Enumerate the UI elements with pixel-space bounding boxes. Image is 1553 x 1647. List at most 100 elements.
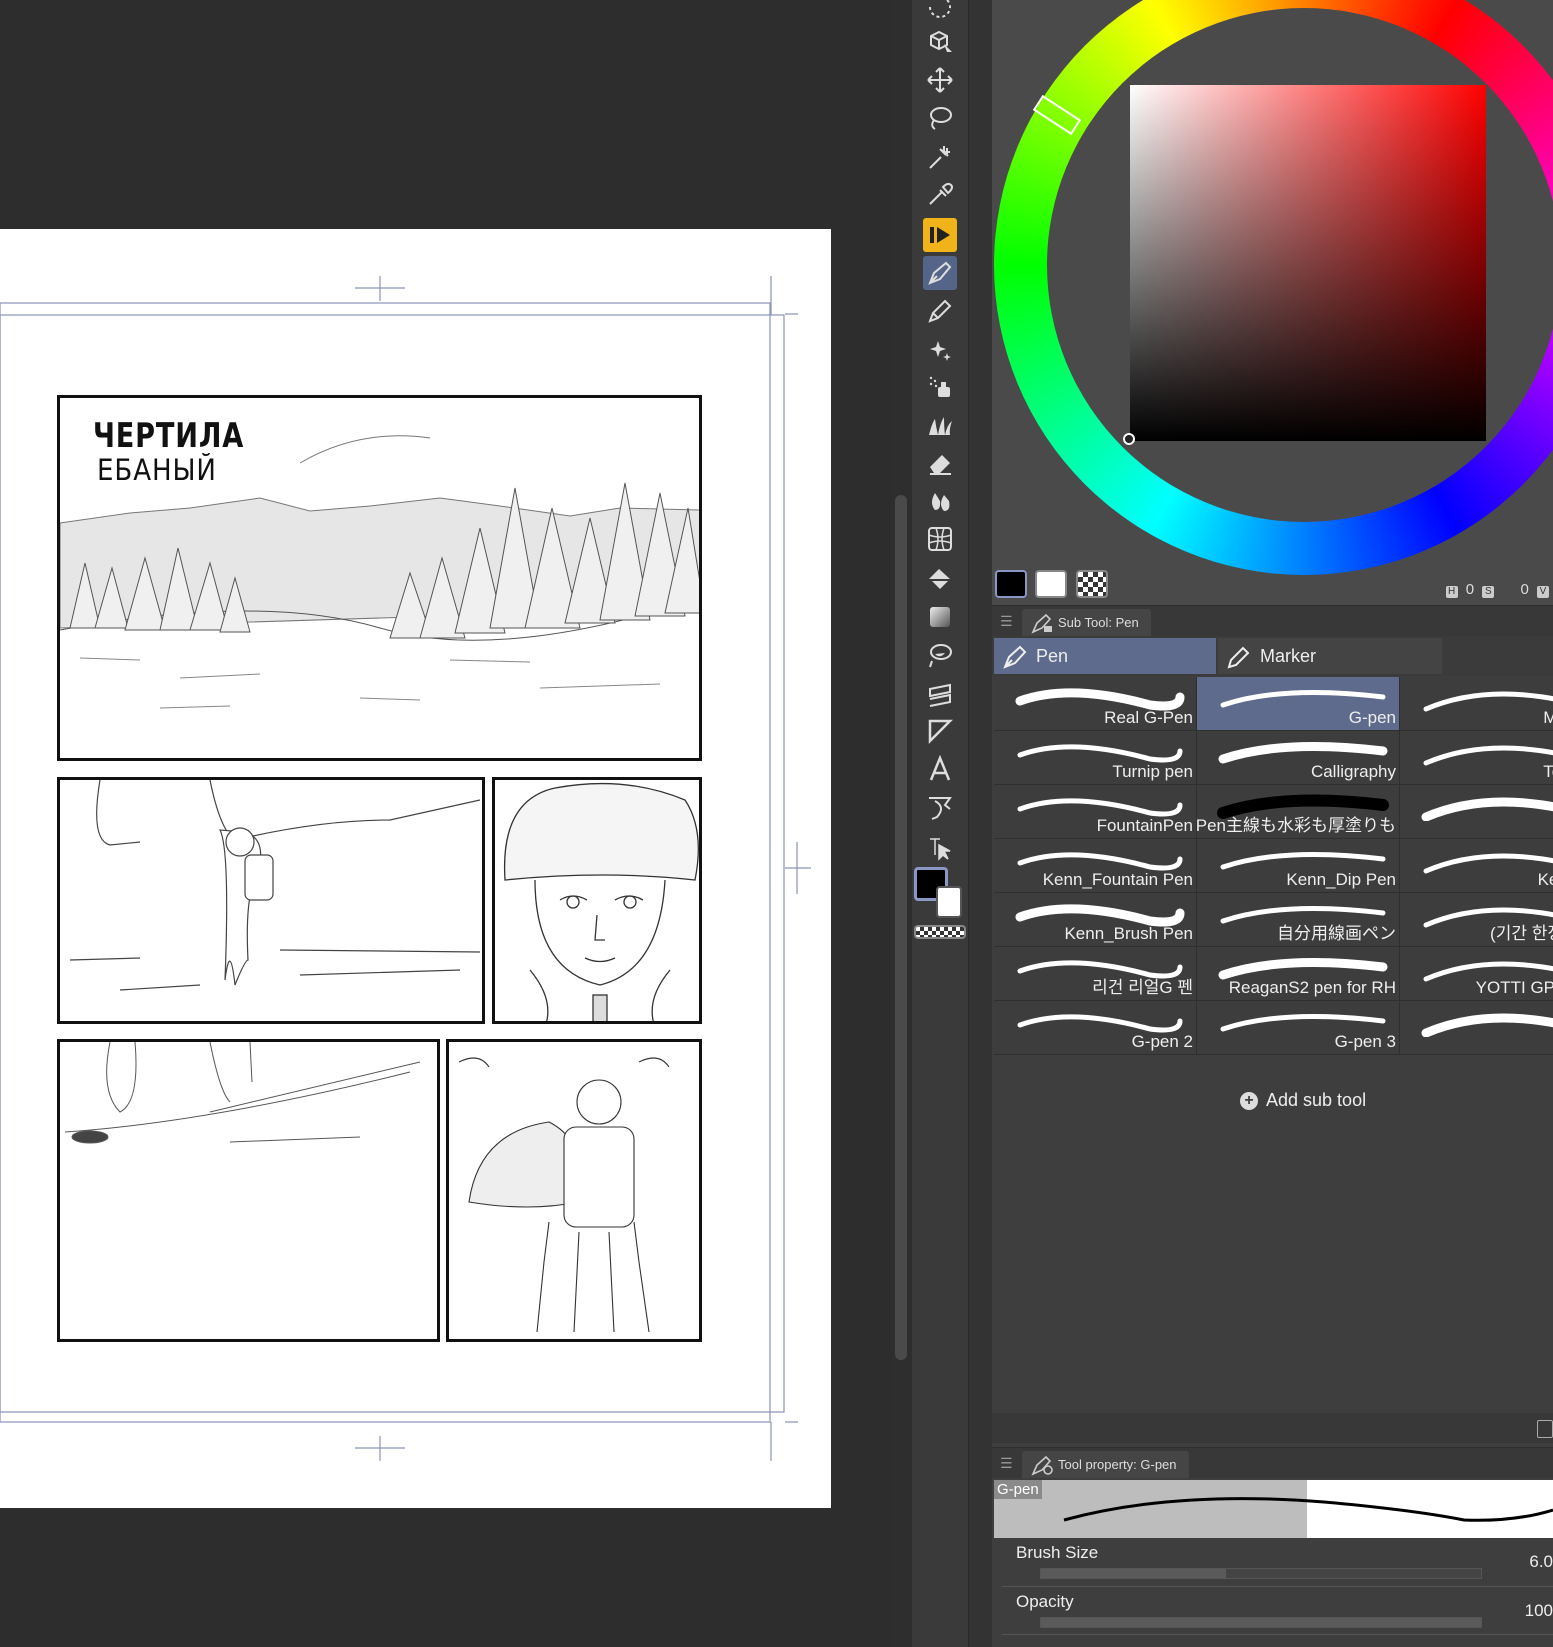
subtool-item[interactable]: Mappin [1400,677,1553,731]
subtool-item-label: Kenn_Fountain Pen [1042,870,1193,889]
frame-border-icon[interactable] [923,676,957,710]
tab-subtool[interactable]: Sub Tool: Pen [1022,609,1151,636]
brush-size-fill [1041,1569,1226,1578]
figure-icon[interactable] [923,638,957,672]
marker-icon [1227,646,1250,669]
fill-icon[interactable] [923,562,957,596]
canvas-area[interactable]: ЧЕРТИЛА ЕБАНЫЙ [0,0,892,1647]
subtool-item[interactable]: ReaganS2 pen for RH [1197,947,1400,1001]
ruler-icon[interactable] [923,714,957,748]
backpack-drawing [458,1057,670,1333]
selection-icon[interactable] [923,0,957,24]
subtool-item-label: 리건 리얼G 펜 [1092,978,1193,997]
comic-title-line-2: ЕБАНЫЙ [97,453,217,487]
sv-picker-handle[interactable] [1123,433,1135,445]
airbrush-icon[interactable] [923,370,957,404]
subtool-panel-footer [992,1413,1553,1443]
saturation-value-square[interactable] [1130,85,1486,441]
preview-tool-name: G-pen [994,1480,1042,1499]
move-icon[interactable] [923,63,957,97]
decoration-icon[interactable] [923,408,957,442]
hsv-h-key: H [1445,586,1458,598]
save-icon[interactable] [1537,1420,1553,1438]
canvas-scrollbar-thumb[interactable] [895,495,907,1360]
comic-title-line-1: ЧЕРТИЛА [93,416,245,456]
panel-menu-icon[interactable]: ☰ [1000,1455,1013,1472]
color-wheel-panel: H 0 S 0 V [992,0,1553,605]
field-drawing [64,1042,421,1144]
brush-size-row[interactable]: Brush Size 6.0 [1016,1543,1553,1583]
subtool-item-label: Turnip pen [1112,762,1193,781]
add-sub-tool-button[interactable]: + Add sub tool [1240,1090,1366,1111]
add-sub-tool-label: Add sub tool [1266,1090,1367,1110]
comic-page[interactable]: ЧЕРТИЛА ЕБАНЫЙ [0,229,831,1508]
subtool-item[interactable]: FountainPen [994,785,1197,839]
tool-palette [912,0,968,1647]
group-label: Marker [1260,646,1317,666]
brush-size-label: Brush Size [1016,1543,1099,1562]
subtool-item[interactable] [1400,785,1553,839]
brush-size-slider[interactable] [1040,1568,1482,1579]
opacity-slider[interactable] [1040,1617,1482,1628]
subtool-item-label: Kenn_H [1537,870,1553,889]
subtool-item[interactable]: Kenn_H [1400,839,1553,893]
subtool-item[interactable]: G-pen 2 [994,1001,1197,1055]
eraser-icon[interactable] [923,446,957,480]
lasso-icon[interactable] [923,101,957,135]
subtool-item-label: Kenn_Dip Pen [1286,870,1396,889]
subtool-item[interactable]: (기간 한정 무료 [1400,893,1553,947]
balloon-icon[interactable] [923,790,957,824]
subtool-item[interactable]: DrawingPen主線も水彩も厚塗りも [1197,785,1400,839]
transparent-color-swatch[interactable] [914,925,966,939]
hsv-s-key: S [1482,586,1495,598]
subtool-item[interactable]: Kenn_Dip Pen [1197,839,1400,893]
brush-stroke-preview-icon [1421,797,1553,821]
subtool-item[interactable]: G- [1400,1001,1553,1055]
hiker-drawing [69,780,481,991]
tab-tool-property[interactable]: Tool property: G-pen [1022,1451,1189,1478]
tab-group-pen[interactable]: Pen [994,638,1216,674]
gradient-icon[interactable] [923,600,957,634]
pen-icon[interactable] [923,256,957,290]
subtool-item[interactable]: Turnip pen [994,731,1197,785]
text-icon[interactable] [923,752,957,786]
opacity-fill [1041,1618,1481,1627]
correct-line-icon[interactable] [923,830,957,864]
subtool-panel-header: ☰ Sub Tool: Pen [992,605,1553,636]
subtool-item-label: 自分用線画ペン [1277,924,1396,943]
subtool-tab-title: Sub Tool: Pen [1058,615,1139,630]
comic-panel-4 [57,1039,440,1342]
panel-menu-icon[interactable]: ☰ [1000,613,1013,630]
tab-group-marker[interactable]: Marker [1218,638,1442,674]
grid-icon[interactable] [923,522,957,556]
swatch-transparent[interactable] [1076,570,1108,598]
subtool-item[interactable]: G-pen 3 [1197,1001,1400,1055]
opacity-row[interactable]: Opacity 100 [1016,1592,1553,1632]
brush-stroke-preview-icon [1423,745,1553,766]
subtool-item[interactable]: Kenn_Brush Pen [994,893,1197,947]
subtool-item-label: Real G-Pen [1104,708,1193,727]
subtool-item[interactable]: YOTTI GPEN 옺 [1400,947,1553,1001]
subtool-item[interactable]: Calligraphy [1197,731,1400,785]
tool-property-icon [1031,1455,1053,1476]
subtool-item[interactable]: Real G-Pen [994,677,1197,731]
eyedropper-icon[interactable] [923,177,957,211]
subtool-item[interactable]: Kenn_Fountain Pen [994,839,1197,893]
tool-property-header: ☰ Tool property: G-pen [992,1447,1553,1478]
sub-color-swatch[interactable] [936,886,962,918]
subtool-item[interactable]: Texture [1400,731,1553,785]
swatch-white[interactable] [1035,570,1067,598]
subtool-group-tabs: Pen Marker [992,636,1553,676]
sparkle-brush-icon[interactable] [923,332,957,366]
subtool-item[interactable]: 自分用線画ペン [1197,893,1400,947]
timelapse-icon[interactable] [923,218,957,252]
swatch-black[interactable] [995,570,1027,598]
magic-wand-icon[interactable] [923,139,957,173]
subtool-item-label: FountainPen [1096,816,1193,835]
toolbar-divider [968,0,993,1647]
blend-icon[interactable] [923,484,957,518]
3d-object-icon[interactable] [923,25,957,59]
subtool-item[interactable]: G-pen [1197,677,1400,731]
pencil-icon[interactable] [923,294,957,328]
subtool-item[interactable]: 리건 리얼G 펜 [994,947,1197,1001]
